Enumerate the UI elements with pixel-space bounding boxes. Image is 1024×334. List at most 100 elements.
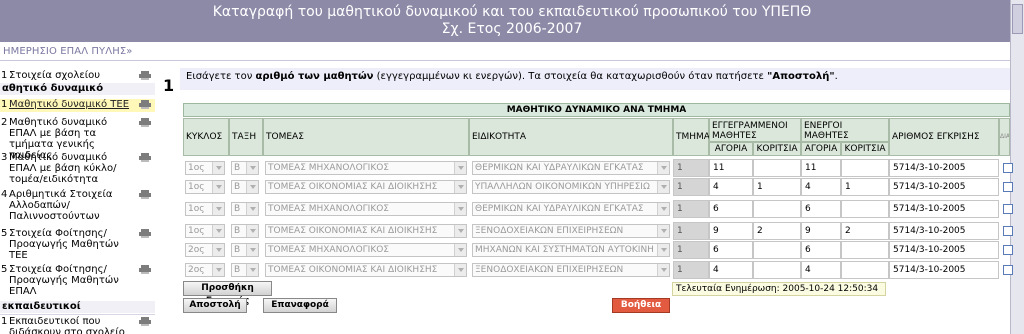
active-boys-input[interactable]: 4 bbox=[801, 178, 841, 196]
chevron-down-icon[interactable] bbox=[246, 225, 258, 237]
sidebar-item-attendance-tee[interactable]: 5 Στοιχεία Φοίτησης/Προαγωγής Μαθητών ΤΕ… bbox=[0, 228, 155, 262]
enrolled-boys-input[interactable]: 4 bbox=[709, 178, 753, 196]
chevron-down-icon[interactable] bbox=[454, 181, 466, 193]
chevron-down-icon[interactable] bbox=[246, 181, 258, 193]
chevron-down-icon[interactable] bbox=[212, 244, 224, 256]
submit-button[interactable]: Αποστολή bbox=[183, 298, 247, 313]
sidebar-item-school-info[interactable]: 1 Στοιχεία σχολείου bbox=[0, 70, 155, 81]
chevron-down-icon[interactable] bbox=[212, 162, 224, 174]
taxi-select[interactable]: Β bbox=[231, 180, 259, 194]
active-boys-input[interactable]: 9 bbox=[801, 222, 841, 240]
chevron-down-icon[interactable] bbox=[657, 225, 669, 237]
chevron-down-icon[interactable] bbox=[246, 162, 258, 174]
reset-button[interactable]: Επαναφορά bbox=[263, 298, 337, 313]
approval-number-input[interactable]: 5714/3-10-2005 bbox=[889, 159, 999, 177]
sidebar-item-attendance-epal[interactable]: 5 Στοιχεία Φοίτησης/Προαγωγής Μαθητών ΕΠ… bbox=[0, 264, 155, 298]
sidebar-item-label[interactable]: Εκπαιδευτικοί που διδάσκουν στο σχολείο bbox=[9, 316, 134, 334]
taxi-select[interactable]: Β bbox=[231, 243, 259, 257]
printer-icon[interactable] bbox=[139, 71, 151, 80]
tomeas-select[interactable]: ΤΟΜΕΑΣ ΜΗΧΑΝΟΛΟΓΙΚΟΣ bbox=[265, 161, 467, 175]
delete-row-checkbox[interactable] bbox=[1003, 163, 1013, 173]
enrolled-girls-input[interactable] bbox=[753, 261, 801, 279]
active-girls-input[interactable]: 1 bbox=[841, 178, 889, 196]
sidebar-item-label[interactable]: Στοιχεία σχολείου bbox=[9, 70, 134, 81]
approval-number-input[interactable]: 5714/3-10-2005 bbox=[889, 261, 999, 279]
sidebar-item-teachers[interactable]: 1 Εκπαιδευτικοί που διδάσκουν στο σχολεί… bbox=[0, 316, 155, 334]
chevron-down-icon[interactable] bbox=[657, 244, 669, 256]
enrolled-boys-input[interactable]: 4 bbox=[709, 261, 753, 279]
kyklos-select[interactable]: 2ος bbox=[185, 263, 225, 277]
tomeas-select[interactable]: ΤΟΜΕΑΣ ΜΗΧΑΝΟΛΟΓΙΚΟΣ bbox=[265, 243, 467, 257]
delete-row-checkbox[interactable] bbox=[1003, 245, 1013, 255]
enrolled-boys-input[interactable]: 6 bbox=[709, 241, 753, 259]
chevron-down-icon[interactable] bbox=[246, 264, 258, 276]
kyklos-select[interactable]: 1ος bbox=[185, 202, 225, 216]
approval-number-input[interactable]: 5714/3-10-2005 bbox=[889, 200, 999, 218]
delete-row-checkbox[interactable] bbox=[1003, 265, 1013, 275]
printer-icon[interactable] bbox=[139, 265, 151, 274]
enrolled-girls-input[interactable] bbox=[753, 200, 801, 218]
taxi-select[interactable]: Β bbox=[231, 202, 259, 216]
chevron-down-icon[interactable] bbox=[454, 225, 466, 237]
chevron-down-icon[interactable] bbox=[657, 162, 669, 174]
sidebar-item-label[interactable]: Αριθμητικά Στοιχεία Αλλοδαπών/ Παλιννοστ… bbox=[9, 189, 134, 222]
sidebar-item-student-force-epal-cycle[interactable]: 3 Μαθητικό δυναμικό ΕΠΑΛ με βάση κύκλο/τ… bbox=[0, 152, 155, 187]
chevron-down-icon[interactable] bbox=[246, 203, 258, 215]
tomeas-select[interactable]: ΤΟΜΕΑΣ ΜΗΧΑΝΟΛΟΓΙΚΟΣ bbox=[265, 202, 467, 216]
kyklos-select[interactable]: 1ος bbox=[185, 180, 225, 194]
eidikotita-select[interactable]: ΞΕΝΟΔΟΧΕΙΑΚΩΝ ΕΠΙΧΕΙΡΗΣΕΩΝ bbox=[472, 224, 670, 238]
sidebar-item-label[interactable]: Στοιχεία Φοίτησης/Προαγωγής Μαθητών ΤΕΕ bbox=[9, 228, 134, 261]
taxi-select[interactable]: Β bbox=[231, 224, 259, 238]
sidebar-item-label[interactable]: Μαθητικό δυναμικό ΕΠΑΛ με βάση κύκλο/τομ… bbox=[9, 152, 134, 185]
enrolled-boys-input[interactable]: 9 bbox=[709, 222, 753, 240]
chevron-down-icon[interactable] bbox=[657, 264, 669, 276]
sidebar-item-student-force-tee[interactable]: 1 Μαθητικό δυναμικό ΤΕΕ bbox=[0, 99, 155, 112]
approval-number-input[interactable]: 5714/3-10-2005 bbox=[889, 222, 999, 240]
chevron-down-icon[interactable] bbox=[454, 244, 466, 256]
printer-icon[interactable] bbox=[139, 229, 151, 238]
sidebar-item-foreign-students[interactable]: 4 Αριθμητικά Στοιχεία Αλλοδαπών/ Παλιννο… bbox=[0, 189, 155, 224]
printer-icon[interactable] bbox=[139, 118, 151, 127]
eidikotita-select[interactable]: ΜΗΧΑΝΩΝ ΚΑΙ ΣΥΣΤΗΜΑΤΩΝ ΑΥΤΟΚΙΝΗ bbox=[472, 243, 670, 257]
approval-number-input[interactable]: 5714/3-10-2005 bbox=[889, 241, 999, 259]
breadcrumb[interactable]: ΗΜΕΡΗΣΙΟ ΕΠΑΛ ΠΥΛΗΣ» bbox=[3, 46, 132, 57]
delete-row-checkbox[interactable] bbox=[1003, 226, 1013, 236]
delete-row-checkbox[interactable] bbox=[1003, 182, 1013, 192]
active-girls-input[interactable] bbox=[841, 200, 889, 218]
chevron-down-icon[interactable] bbox=[454, 203, 466, 215]
tomeas-select[interactable]: ΤΟΜΕΑΣ ΟΙΚΟΝΟΜΙΑΣ ΚΑΙ ΔΙΟΙΚΗΣΗΣ bbox=[265, 180, 467, 194]
active-boys-input[interactable]: 4 bbox=[801, 261, 841, 279]
sidebar-item-label[interactable]: Στοιχεία Φοίτησης/Προαγωγής Μαθητών ΕΠΑΛ bbox=[9, 264, 134, 297]
printer-icon[interactable] bbox=[139, 153, 151, 162]
chevron-down-icon[interactable] bbox=[454, 162, 466, 174]
printer-icon[interactable] bbox=[139, 100, 151, 109]
enrolled-girls-input[interactable] bbox=[753, 159, 801, 177]
taxi-select[interactable]: Β bbox=[231, 263, 259, 277]
sidebar-item-student-force-epal-general[interactable]: 2 Μαθητικό δυναμικό ΕΠΑΛ με βάση τα τμήμ… bbox=[0, 117, 155, 161]
chevron-down-icon[interactable] bbox=[212, 203, 224, 215]
scrollbar-thumb[interactable] bbox=[1012, 4, 1023, 34]
delete-row-checkbox[interactable] bbox=[1003, 204, 1013, 214]
sidebar-item-label[interactable]: Μαθητικό δυναμικό ΤΕΕ bbox=[9, 99, 134, 110]
eidikotita-select[interactable]: ΘΕΡΜΙΚΩΝ ΚΑΙ ΥΔΡΑΥΛΙΚΩΝ ΕΓΚΑΤΑΣ bbox=[472, 202, 670, 216]
printer-icon[interactable] bbox=[139, 317, 151, 326]
taxi-select[interactable]: Β bbox=[231, 161, 259, 175]
chevron-down-icon[interactable] bbox=[246, 244, 258, 256]
approval-number-input[interactable]: 5714/3-10-2005 bbox=[889, 178, 999, 196]
add-row-button[interactable]: Προσθήκη Γραμμής bbox=[183, 281, 272, 306]
eidikotita-select[interactable]: ΘΕΡΜΙΚΩΝ ΚΑΙ ΥΔΡΑΥΛΙΚΩΝ ΕΓΚΑΤΑΣ bbox=[472, 161, 670, 175]
active-boys-input[interactable]: 11 bbox=[801, 159, 841, 177]
enrolled-girls-input[interactable]: 1 bbox=[753, 178, 801, 196]
enrolled-girls-input[interactable] bbox=[753, 241, 801, 259]
enrolled-boys-input[interactable]: 11 bbox=[709, 159, 753, 177]
printer-icon[interactable] bbox=[139, 190, 151, 199]
tomeas-select[interactable]: ΤΟΜΕΑΣ ΟΙΚΟΝΟΜΙΑΣ ΚΑΙ ΔΙΟΙΚΗΣΗΣ bbox=[265, 263, 467, 277]
chevron-down-icon[interactable] bbox=[212, 225, 224, 237]
active-girls-input[interactable] bbox=[841, 159, 889, 177]
chevron-down-icon[interactable] bbox=[657, 181, 669, 193]
active-girls-input[interactable]: 2 bbox=[841, 222, 889, 240]
eidikotita-select[interactable]: ΥΠΑΛΛΗΛΩΝ ΟΙΚΟΝΟΜΙΚΩΝ ΥΠΗΡΕΣΙΩ bbox=[472, 180, 670, 194]
enrolled-girls-input[interactable]: 2 bbox=[753, 222, 801, 240]
active-girls-input[interactable] bbox=[841, 261, 889, 279]
kyklos-select[interactable]: 1ος bbox=[185, 224, 225, 238]
